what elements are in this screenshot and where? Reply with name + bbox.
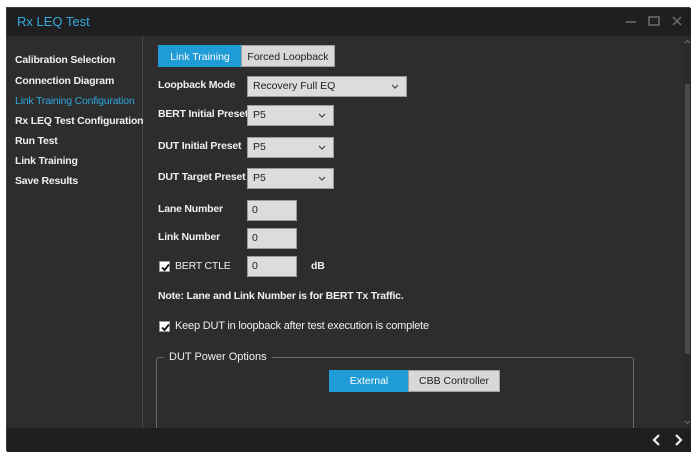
note-text: Note: Lane and Link Number is for BERT T… <box>158 290 404 302</box>
sidebar: Calibration Selection Connection Diagram… <box>7 36 144 428</box>
chevron-down-icon <box>317 106 327 132</box>
loopback-mode-value: Recovery Full EQ <box>253 80 336 92</box>
dut-initial-preset-label: DUT Initial Preset <box>158 140 242 152</box>
checkmark-icon <box>161 263 170 272</box>
bert-initial-preset-select[interactable]: P5 <box>247 105 334 126</box>
loopback-mode-label: Loopback Mode <box>158 79 236 91</box>
dut-target-preset-label: DUT Target Preset <box>158 171 246 183</box>
scroll-up-icon[interactable] <box>684 38 691 46</box>
chevron-right-icon[interactable] <box>668 430 688 450</box>
dut-initial-preset-value: P5 <box>253 141 266 153</box>
scroll-down-icon[interactable] <box>684 418 691 426</box>
sidebar-item-link-training[interactable]: Link Training <box>15 155 78 167</box>
bert-initial-preset-label: BERT Initial Preset <box>158 108 249 120</box>
lane-number-label: Lane Number <box>158 203 223 215</box>
link-number-input[interactable]: 0 <box>247 228 297 249</box>
chevron-down-icon <box>390 77 400 103</box>
link-number-label: Link Number <box>158 231 220 243</box>
chevron-left-icon[interactable] <box>647 430 667 450</box>
window-title: Rx LEQ Test <box>17 14 90 29</box>
keep-dut-loopback-checkbox[interactable] <box>159 321 170 332</box>
app-window: Rx LEQ Test Calibration Selection Connec… <box>6 7 691 452</box>
checkmark-icon <box>161 323 170 332</box>
sidebar-item-rx-leq-test-configuration[interactable]: Rx LEQ Test Configuration <box>15 115 144 127</box>
dut-target-preset-value: P5 <box>253 172 266 184</box>
title-bar: Rx LEQ Test <box>7 8 691 36</box>
tab-forced-loopback[interactable]: Forced Loopback <box>241 45 335 67</box>
vertical-scrollbar[interactable] <box>684 36 691 428</box>
sidebar-item-link-training-configuration[interactable]: Link Training Configuration <box>15 95 135 107</box>
bert-ctle-unit: dB <box>311 260 325 272</box>
maximize-icon[interactable] <box>644 11 664 31</box>
chevron-down-icon <box>317 138 327 164</box>
minimize-icon[interactable] <box>621 11 641 31</box>
chevron-down-icon <box>317 169 327 195</box>
close-icon[interactable] <box>667 11 687 31</box>
bert-initial-preset-value: P5 <box>253 109 266 121</box>
dut-power-options-group <box>156 357 634 428</box>
tab-link-training[interactable]: Link Training <box>158 45 242 67</box>
lane-number-input[interactable]: 0 <box>247 200 297 221</box>
scroll-thumb[interactable] <box>685 84 690 354</box>
main-content: Link Training Forced Loopback Loopback M… <box>144 36 683 428</box>
dut-power-options-title: DUT Power Options <box>164 351 272 363</box>
loopback-mode-select[interactable]: Recovery Full EQ <box>247 76 407 97</box>
external-power-button[interactable]: External <box>329 370 409 392</box>
bert-ctle-label: BERT CTLE <box>175 260 231 272</box>
sidebar-item-save-results[interactable]: Save Results <box>15 175 78 187</box>
dut-target-preset-select[interactable]: P5 <box>247 168 334 189</box>
bert-ctle-checkbox[interactable] <box>159 261 170 272</box>
dut-initial-preset-select[interactable]: P5 <box>247 137 334 158</box>
sidebar-item-calibration-selection[interactable]: Calibration Selection <box>15 54 115 66</box>
sidebar-item-run-test[interactable]: Run Test <box>15 135 58 147</box>
bert-ctle-input[interactable]: 0 <box>247 256 297 277</box>
keep-dut-loopback-label: Keep DUT in loopback after test executio… <box>175 320 429 332</box>
cbb-controller-button[interactable]: CBB Controller <box>408 370 500 392</box>
footer-bar <box>7 428 691 452</box>
sidebar-item-connection-diagram[interactable]: Connection Diagram <box>15 75 114 87</box>
